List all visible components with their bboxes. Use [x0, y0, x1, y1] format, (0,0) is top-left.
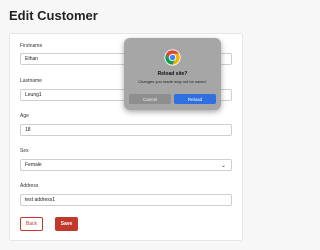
- reload-site-dialog: Reload site? Changes you made may not be…: [124, 38, 221, 110]
- chrome-icon: [164, 49, 181, 66]
- sex-select[interactable]: Female ⌄: [20, 159, 232, 171]
- sex-label: Sex: [20, 148, 29, 154]
- save-button[interactable]: Save: [55, 217, 78, 231]
- back-button[interactable]: Back: [20, 217, 43, 231]
- address-field[interactable]: test address1: [20, 194, 232, 206]
- page-title: Edit Customer: [9, 8, 98, 23]
- dialog-title: Reload site?: [157, 71, 188, 77]
- reload-button[interactable]: Reload: [174, 94, 216, 104]
- dialog-message: Changes you made may not be saved.: [138, 79, 207, 84]
- lastname-label: Lastname: [20, 78, 42, 84]
- age-label: Age: [20, 113, 29, 119]
- sex-select-value: Female: [25, 162, 42, 168]
- firstname-label: Firstname: [20, 43, 43, 49]
- cancel-button[interactable]: Cancel: [129, 94, 171, 104]
- address-label: Address: [20, 183, 39, 189]
- chevron-down-icon: ⌄: [220, 163, 226, 169]
- age-field[interactable]: 18: [20, 124, 232, 136]
